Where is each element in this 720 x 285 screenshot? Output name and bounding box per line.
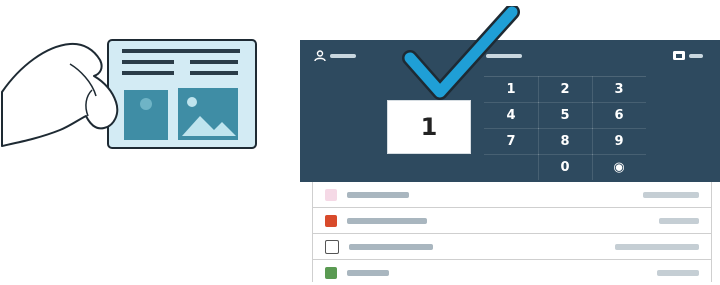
list-item-meta [643, 191, 699, 198]
key-confirm[interactable]: ◉ [592, 154, 646, 180]
list-item-label [347, 191, 409, 198]
key-blank [484, 154, 539, 180]
item-list [312, 182, 712, 282]
key-4[interactable]: 4 [484, 102, 539, 129]
archive-icon [325, 239, 339, 254]
keypad-display: 1 [387, 100, 471, 154]
printer-label [689, 54, 703, 58]
list-item-meta [657, 269, 699, 276]
list-item-meta [659, 217, 699, 224]
display-value: 1 [420, 113, 438, 141]
list-item[interactable] [313, 182, 711, 208]
key-0[interactable]: 0 [538, 154, 593, 180]
user-name [330, 54, 356, 58]
hand-holding-card-illustration [1, 39, 257, 149]
key-8[interactable]: 8 [538, 128, 593, 155]
tree-icon [325, 266, 337, 279]
key-3[interactable]: 3 [592, 76, 646, 103]
list-item[interactable] [313, 234, 711, 260]
list-item[interactable] [313, 260, 711, 285]
list-item-label [347, 269, 389, 276]
photo-icon [325, 188, 337, 201]
list-item-label [349, 243, 433, 250]
key-2[interactable]: 2 [538, 76, 593, 103]
key-5[interactable]: 5 [538, 102, 593, 129]
key-7[interactable]: 7 [484, 128, 539, 155]
list-item-label [347, 217, 427, 224]
printer-icon[interactable] [672, 48, 686, 62]
shield-icon [325, 214, 337, 227]
checkmark-icon [402, 6, 520, 100]
list-item[interactable] [313, 208, 711, 234]
user-icon[interactable] [314, 50, 326, 62]
list-item-meta [615, 243, 699, 250]
key-6[interactable]: 6 [592, 102, 646, 129]
key-9[interactable]: 9 [592, 128, 646, 155]
